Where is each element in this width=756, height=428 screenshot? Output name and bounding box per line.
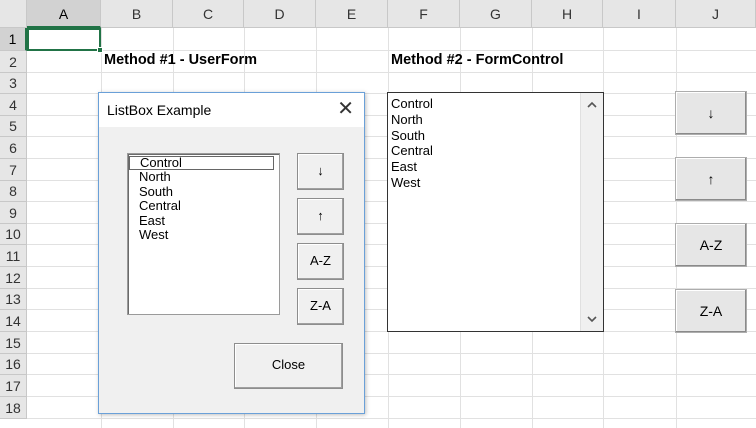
row-header-9[interactable]: 9: [0, 202, 27, 224]
sheet-sort-az-button[interactable]: A-Z: [675, 223, 747, 267]
gridline: [27, 72, 756, 73]
fill-handle[interactable]: [97, 47, 103, 53]
list-item[interactable]: West: [391, 175, 433, 191]
row-header-8[interactable]: 8: [0, 181, 27, 202]
method1-heading: Method #1 - UserForm: [104, 52, 258, 68]
column-header-c[interactable]: C: [173, 0, 244, 28]
dialog-listbox[interactable]: Control North South Central East West: [127, 153, 280, 315]
row-header-10[interactable]: 10: [0, 224, 27, 245]
dialog-close-button[interactable]: Close: [234, 343, 343, 389]
row-header-7[interactable]: 7: [0, 159, 27, 181]
row-header-4[interactable]: 4: [0, 94, 27, 116]
column-header-g[interactable]: G: [460, 0, 532, 28]
sheet-sort-za-button[interactable]: Z-A: [675, 289, 747, 333]
column-header-h[interactable]: H: [532, 0, 603, 28]
row-header-14[interactable]: 14: [0, 310, 27, 332]
column-header-d[interactable]: D: [244, 0, 316, 28]
list-item[interactable]: Control: [129, 155, 274, 171]
row-header-17[interactable]: 17: [0, 375, 27, 397]
dialog-move-down-button[interactable]: ↓: [297, 153, 344, 190]
row-header-18[interactable]: 18: [0, 397, 27, 419]
column-header-a[interactable]: A: [27, 0, 101, 28]
close-icon[interactable]: ✕: [337, 98, 354, 120]
row-header-15[interactable]: 15: [0, 332, 27, 354]
row-header-11[interactable]: 11: [0, 245, 27, 267]
sheet-listbox[interactable]: Control North South Central East West: [387, 92, 604, 332]
gridline: [27, 50, 756, 51]
row-header-16[interactable]: 16: [0, 354, 27, 375]
dialog-sort-az-button[interactable]: A-Z: [297, 243, 344, 280]
list-item[interactable]: Control: [391, 96, 433, 112]
list-item[interactable]: West: [128, 227, 275, 242]
row-header-5[interactable]: 5: [0, 116, 27, 137]
select-all-corner[interactable]: [0, 0, 27, 28]
column-header-i[interactable]: I: [603, 0, 676, 28]
dialog-move-up-button[interactable]: ↑: [297, 198, 344, 235]
list-item[interactable]: North: [128, 169, 275, 184]
sheet-move-up-button[interactable]: ↑: [675, 157, 747, 201]
column-header-b[interactable]: B: [101, 0, 173, 28]
chevron-up-icon[interactable]: [581, 95, 603, 115]
sheet-move-down-button[interactable]: ↓: [675, 91, 747, 135]
list-item[interactable]: North: [391, 112, 433, 128]
listbox-dialog: ListBox Example ✕ Control North South Ce…: [98, 92, 365, 414]
chevron-down-icon[interactable]: [581, 309, 603, 329]
row-header-6[interactable]: 6: [0, 137, 27, 159]
dialog-title: ListBox Example: [107, 102, 212, 118]
column-header-e[interactable]: E: [316, 0, 388, 28]
list-item[interactable]: East: [391, 159, 433, 175]
column-header-j[interactable]: J: [676, 0, 756, 28]
gridline: [27, 418, 756, 419]
row-header-1[interactable]: 1: [0, 28, 27, 51]
row-header-12[interactable]: 12: [0, 267, 27, 289]
listbox-scrollbar[interactable]: [580, 93, 603, 331]
row-header-2[interactable]: 2: [0, 51, 27, 73]
list-item[interactable]: South: [391, 128, 433, 144]
row-header-3[interactable]: 3: [0, 73, 27, 94]
active-cell-a1[interactable]: [27, 28, 101, 51]
list-item[interactable]: South: [128, 184, 275, 199]
column-header-f[interactable]: F: [388, 0, 460, 28]
list-item[interactable]: Central: [128, 198, 275, 213]
dialog-titlebar[interactable]: ListBox Example ✕: [99, 93, 364, 127]
method2-heading: Method #2 - FormControl: [391, 52, 564, 68]
row-header-13[interactable]: 13: [0, 289, 27, 310]
dialog-sort-za-button[interactable]: Z-A: [297, 288, 344, 325]
list-item[interactable]: East: [128, 213, 275, 228]
list-item[interactable]: Central: [391, 143, 433, 159]
